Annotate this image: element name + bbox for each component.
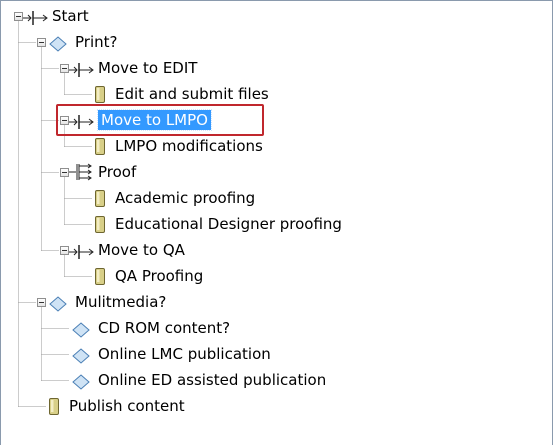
tree-node-label[interactable]: Start — [52, 3, 89, 29]
tree-node-label[interactable]: Print? — [75, 29, 117, 55]
task-cylinder-icon — [48, 396, 60, 424]
tree-node-label[interactable]: Mulitmedia? — [75, 289, 166, 315]
tree-node-label[interactable]: Move to EDIT — [98, 55, 197, 81]
tree-node-cdrom[interactable]: CD ROM content? — [1, 315, 554, 341]
tree-node-qa-proof[interactable]: QA Proofing — [1, 263, 554, 289]
tree-node-move-edit[interactable]: Move to EDIT — [1, 55, 554, 81]
tree-node-label[interactable]: Publish content — [69, 393, 185, 419]
tree-node-label[interactable]: Academic proofing — [115, 185, 255, 211]
tree-node-lmpo-mod[interactable]: LMPO modifications — [1, 133, 554, 159]
collapse-toggle-icon[interactable] — [60, 116, 69, 125]
tree-panel: Start Print? Move to EDIT Edit and submit f… — [0, 0, 553, 445]
tree-node-online-ed[interactable]: Online ED assisted publication — [1, 367, 554, 393]
tree-node-online-lmc[interactable]: Online LMC publication — [1, 341, 554, 367]
tree-node-label[interactable]: QA Proofing — [115, 263, 203, 289]
tree-node-move-qa[interactable]: Move to QA — [1, 237, 554, 263]
tree-node-label[interactable]: LMPO modifications — [115, 133, 263, 159]
tree-node-label[interactable]: Online LMC publication — [98, 341, 271, 367]
collapse-toggle-icon[interactable] — [60, 64, 69, 73]
tree-node-edu-designer[interactable]: Educational Designer proofing — [1, 211, 554, 237]
tree-node-move-lmpo[interactable]: Move to LMPO — [1, 107, 554, 133]
tree-node-label[interactable]: Proof — [98, 159, 136, 185]
process-tree[interactable]: Start Print? Move to EDIT Edit and submit f… — [1, 1, 554, 446]
tree-node-label[interactable]: Move to QA — [98, 237, 185, 263]
collapse-toggle-icon[interactable] — [37, 298, 46, 307]
collapse-toggle-icon[interactable] — [60, 168, 69, 177]
tree-node-multimedia[interactable]: Mulitmedia? — [1, 289, 554, 315]
tree-node-label[interactable]: Online ED assisted publication — [98, 367, 326, 393]
tree-node-academic[interactable]: Academic proofing — [1, 185, 554, 211]
collapse-toggle-icon[interactable] — [60, 246, 69, 255]
tree-node-start[interactable]: Start — [1, 3, 554, 29]
tree-node-label[interactable]: Move to LMPO — [97, 109, 212, 131]
tree-node-publish[interactable]: Publish content — [1, 393, 554, 419]
tree-node-label[interactable]: Educational Designer proofing — [115, 211, 342, 237]
collapse-toggle-icon[interactable] — [37, 38, 46, 47]
tree-node-label[interactable]: CD ROM content? — [98, 315, 230, 341]
collapse-toggle-icon[interactable] — [14, 12, 23, 21]
tree-node-proof[interactable]: Proof — [1, 159, 554, 185]
tree-node-print[interactable]: Print? — [1, 29, 554, 55]
